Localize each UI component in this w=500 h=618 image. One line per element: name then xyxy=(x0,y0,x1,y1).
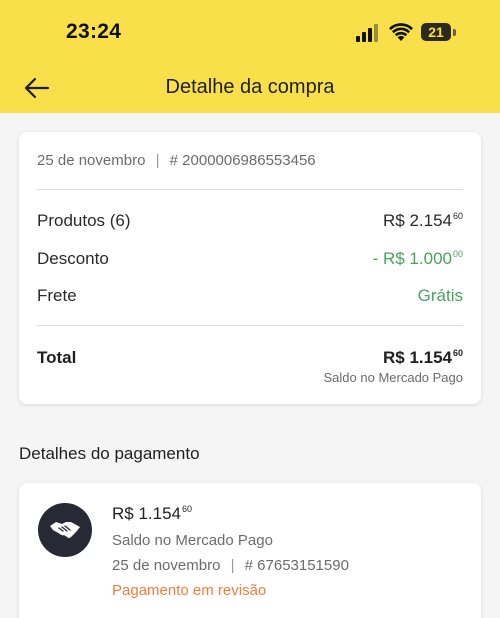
total-payment-method: Saldo no Mercado Pago xyxy=(323,370,463,385)
payment-method: Saldo no Mercado Pago xyxy=(112,532,273,549)
payment-amount: R$ 1.15460 xyxy=(112,504,192,524)
shipping-value: Grátis xyxy=(417,286,463,305)
payment-meta: 25 de novembro | # 67653151590 xyxy=(112,557,349,574)
payment-section-title: Detalhes do pagamento xyxy=(19,444,200,463)
payment-date: 25 de novembro xyxy=(112,557,221,574)
discount-label: Desconto xyxy=(37,249,109,268)
handshake-icon xyxy=(50,522,80,538)
status-time: 23:24 xyxy=(66,20,122,43)
order-number: # 2000006986553456 xyxy=(169,152,316,169)
products-label: Produtos (6) xyxy=(37,211,131,230)
meta-separator: | xyxy=(230,557,235,574)
total-amount: R$ 1.154 xyxy=(382,348,452,367)
products-value: R$ 2.15460 xyxy=(383,211,463,231)
divider xyxy=(37,189,463,190)
payment-card[interactable]: R$ 1.15460 Saldo no Mercado Pago 25 de n… xyxy=(19,483,481,618)
total-cents: 60 xyxy=(452,348,463,358)
cellular-signal-icon xyxy=(356,24,378,42)
payment-status: Pagamento em revisão xyxy=(112,582,267,599)
meta-separator: | xyxy=(155,152,160,169)
products-cents: 60 xyxy=(452,211,463,221)
battery-icon: 21 xyxy=(421,23,451,41)
mercado-pago-logo xyxy=(38,503,92,557)
purchase-summary-card: 25 de novembro | # 2000006986553456 Prod… xyxy=(19,132,481,404)
payment-amount-value: R$ 1.154 xyxy=(112,504,181,523)
payment-operation-number: # 67653151590 xyxy=(244,557,349,574)
products-amount: R$ 2.154 xyxy=(382,211,452,230)
discount-value: - R$ 1.00000 xyxy=(373,249,463,269)
total-label: Total xyxy=(37,348,77,367)
total-value: R$ 1.15460 xyxy=(383,348,463,368)
order-meta: 25 de novembro | # 2000006986553456 xyxy=(37,152,316,169)
battery-level: 21 xyxy=(428,24,444,40)
page-title: Detalhe da compra xyxy=(165,76,335,98)
discount-amount: - R$ 1.000 xyxy=(372,249,452,268)
wifi-icon xyxy=(389,23,413,41)
discount-cents: 00 xyxy=(452,249,463,259)
shipping-label: Frete xyxy=(37,286,77,305)
battery-tip xyxy=(453,29,456,36)
order-date: 25 de novembro xyxy=(37,152,146,169)
divider xyxy=(37,325,463,326)
header-bar: 23:24 21 Detalhe da compra xyxy=(0,0,500,113)
payment-amount-cents: 60 xyxy=(182,504,193,514)
